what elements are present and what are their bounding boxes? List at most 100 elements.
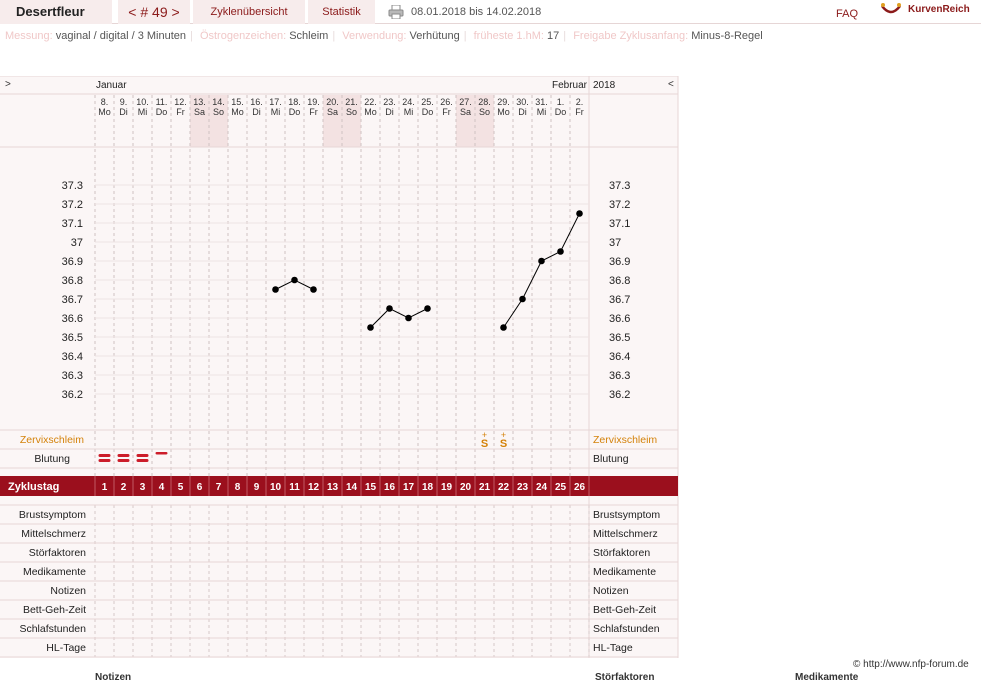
temp-tick-left: 36.4 — [62, 351, 83, 363]
user-name: Desertfleur — [0, 0, 112, 24]
day-weekday-label: Sa — [460, 107, 471, 117]
cycle-day-number: 6 — [197, 482, 203, 493]
temperature-point — [386, 305, 393, 312]
cycle-day-number: 23 — [517, 482, 529, 493]
day-weekday-label: Do — [156, 107, 168, 117]
cycle-day-number: 8 — [235, 482, 241, 493]
day-date-label: 1. — [557, 97, 565, 107]
cycle-number-nav[interactable]: < # 49 > — [118, 0, 190, 24]
day-date-label: 16. — [250, 97, 263, 107]
day-date-label: 8. — [101, 97, 109, 107]
row-label-right: Medikamente — [593, 566, 656, 578]
day-weekday-label: Fr — [176, 107, 185, 117]
day-date-label: 18. — [288, 97, 301, 107]
copyright: © http://www.nfp-forum.de — [853, 659, 969, 670]
temp-tick-left: 36.3 — [62, 370, 83, 382]
temp-tick-left: 36.6 — [62, 313, 83, 325]
temperature-point — [291, 276, 298, 284]
day-date-label: 15. — [231, 97, 244, 107]
date-range: 08.01.2018 bis 14.02.2018 — [411, 6, 542, 18]
temperature-point — [576, 210, 583, 217]
cycle-day-number: 24 — [536, 482, 548, 493]
cycle-day-number: 26 — [574, 482, 586, 493]
temperature-point — [272, 286, 279, 293]
temp-tick-right: 36.8 — [609, 275, 630, 287]
tab-cycle-overview[interactable]: Zyklenübersicht — [193, 0, 305, 24]
day-date-label: 14. — [212, 97, 225, 107]
row-label-left: Störfaktoren — [29, 547, 86, 559]
temperature-point — [557, 248, 564, 255]
blutung-label-right: Blutung — [593, 453, 629, 465]
cycle-day-number: 9 — [254, 482, 260, 493]
day-date-label: 13. — [193, 97, 206, 107]
day-weekday-label: Do — [422, 107, 434, 117]
row-label-right: Schlafstunden — [593, 623, 660, 635]
row-label-left: HL-Tage — [46, 642, 86, 654]
bleeding-mark — [98, 454, 111, 457]
row-label-left: Notizen — [50, 585, 86, 597]
row-label-left: Mittelschmerz — [21, 528, 86, 540]
temperature-point — [500, 324, 507, 331]
temp-tick-right: 37.3 — [609, 180, 630, 192]
day-date-label: 12. — [174, 97, 187, 107]
cycle-day-number: 22 — [498, 482, 510, 493]
day-date-label: 23. — [383, 97, 396, 107]
bleeding-mark — [155, 452, 168, 455]
cycle-day-label: Zyklustag — [8, 481, 59, 493]
chart-prev-button[interactable]: > — [5, 79, 11, 90]
row-label-left: Brustsymptom — [19, 509, 86, 521]
temperature-point — [367, 324, 374, 331]
temp-tick-right: 36.7 — [609, 294, 630, 306]
day-weekday-label: So — [479, 107, 490, 117]
temp-tick-right: 37.1 — [609, 218, 630, 230]
messung-label: Messung: — [5, 30, 53, 42]
day-date-label: 29. — [497, 97, 510, 107]
cycle-day-number: 15 — [365, 482, 377, 493]
temp-tick-left: 37.2 — [62, 199, 83, 211]
footer-notizen: Notizen — [95, 672, 132, 683]
cycle-day-number: 10 — [270, 482, 282, 493]
cycle-day-number: 16 — [384, 482, 396, 493]
day-date-label: 30. — [516, 97, 529, 107]
cycle-day-number: 17 — [403, 482, 415, 493]
cycle-info-line: Messung: vaginal / digital / 3 Minuten | … — [5, 30, 763, 42]
day-weekday-label: Mi — [404, 107, 414, 117]
day-date-label: 21. — [345, 97, 358, 107]
messung-value: vaginal / digital / 3 Minuten — [55, 30, 187, 42]
day-weekday-label: Mo — [497, 107, 510, 117]
faq-link[interactable]: FAQ — [836, 8, 858, 20]
cycle-day-number: 25 — [555, 482, 567, 493]
day-weekday-label: So — [346, 107, 357, 117]
cycle-day-number: 7 — [216, 482, 222, 493]
oestrogen-label: Östrogenzeichen: — [199, 30, 287, 42]
cycle-day-number: 13 — [327, 482, 339, 493]
day-weekday-label: So — [213, 107, 224, 117]
oestrogen-value: Schleim — [289, 30, 329, 42]
row-label-left: Medikamente — [23, 566, 86, 578]
logo-text: KurvenReich — [908, 4, 970, 15]
day-weekday-label: Di — [518, 107, 527, 117]
temp-tick-left: 36.8 — [62, 275, 83, 287]
cycle-day-number: 21 — [479, 482, 491, 493]
day-weekday-label: Mo — [231, 107, 244, 117]
day-date-label: 26. — [440, 97, 453, 107]
top-bar: Desertfleur < # 49 > Zyklenübersicht Sta… — [0, 0, 981, 24]
zervix-symbol: S — [500, 438, 507, 450]
logo-icon — [881, 3, 901, 14]
day-weekday-label: Mo — [364, 107, 377, 117]
chart-next-button[interactable]: < — [668, 79, 674, 90]
day-weekday-label: Mi — [138, 107, 148, 117]
print-icon[interactable] — [388, 5, 404, 19]
day-weekday-label: Sa — [327, 107, 338, 117]
footer-stoerfaktoren: Störfaktoren — [595, 672, 655, 683]
row-label-left: Schlafstunden — [19, 623, 86, 635]
temp-tick-left: 36.9 — [62, 256, 83, 268]
cycle-day-number: 5 — [178, 482, 184, 493]
tab-statistics[interactable]: Statistik — [308, 0, 375, 24]
day-weekday-label: Mo — [98, 107, 111, 117]
day-date-label: 24. — [402, 97, 415, 107]
temp-tick-left: 36.2 — [62, 389, 83, 401]
zervix-symbol: S — [481, 438, 488, 450]
cycle-chart: > <Januar Februar 20188.Mo9.Di10.Mi11.Do12.… — [0, 76, 679, 658]
temp-tick-right: 36.3 — [609, 370, 630, 382]
